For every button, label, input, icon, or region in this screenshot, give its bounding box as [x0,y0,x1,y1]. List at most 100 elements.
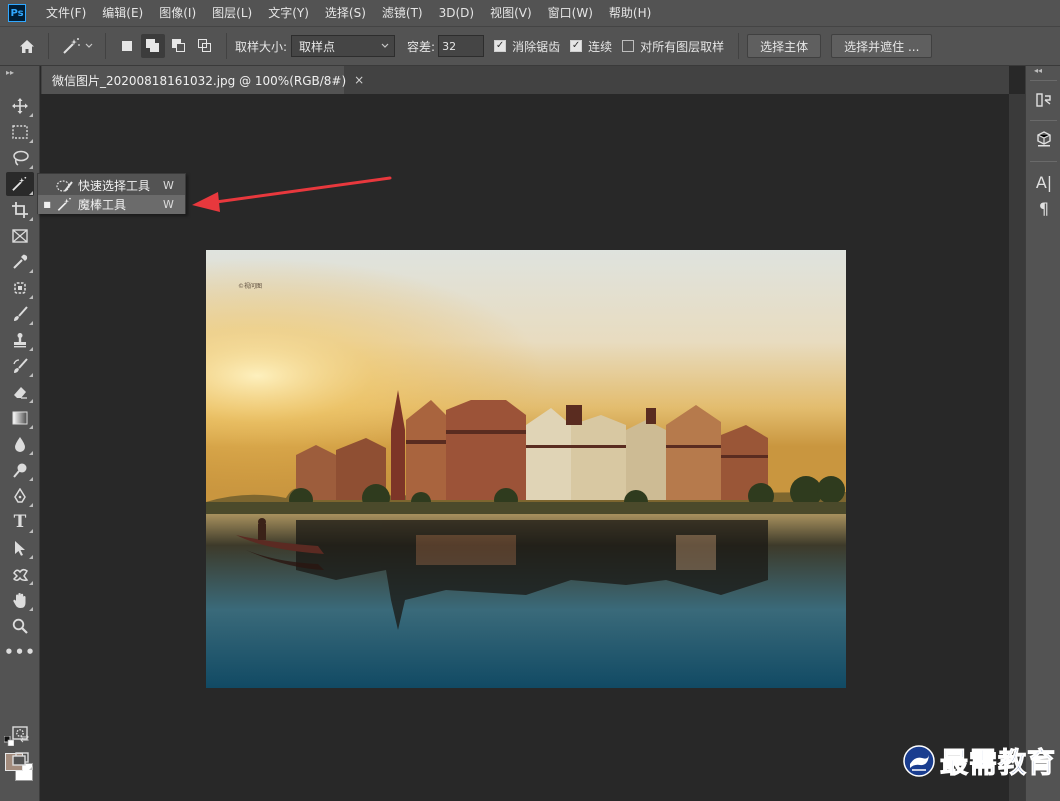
quick-selection-tool-item[interactable]: 快速选择工具 W [38,176,185,195]
properties-panel-button[interactable] [1034,129,1054,149]
options-bar: 取样大小: 取样点 容差: ✓ 消除锯齿 ✓ 连续 对所有图层取样 选择主体 选… [0,26,1060,66]
menu-view[interactable]: 视图(V) [482,0,540,26]
crop-icon [12,202,28,218]
document-image: ©视问图 [206,250,846,688]
menu-file[interactable]: 文件(F) [38,0,94,26]
menu-edit[interactable]: 编辑(E) [94,0,151,26]
move-icon [12,98,28,114]
watermark-logo: 最需教育 [902,743,1057,780]
separator [738,33,740,59]
collapsed-panels-dock: ◂◂ A| ¶ [1025,66,1060,801]
zoom-tool[interactable] [6,614,34,638]
menu-type[interactable]: 文字(Y) [260,0,317,26]
magic-wand-shortcut: W [163,198,174,211]
paragraph-panel-button[interactable]: ¶ [1034,198,1054,218]
quick-selection-label: 快速选择工具 [78,179,151,193]
dodge-tool[interactable] [6,458,34,482]
tolerance-label: 容差: [407,39,436,54]
sample-all-layers-checkbox[interactable]: 对所有图层取样 [622,38,724,55]
intersect-selection-icon-part [202,43,211,52]
hand-tool[interactable] [6,588,34,612]
menu-layer[interactable]: 图层(L) [204,0,260,26]
quick-mask-button[interactable] [6,721,34,745]
intersect-selection-button[interactable] [193,34,217,58]
more-dots-icon: ••• [4,643,36,661]
add-selection-icon-part [150,43,159,52]
anti-alias-checkbox[interactable]: ✓ 消除锯齿 [494,38,560,55]
eraser-tool[interactable] [6,380,34,404]
chevron-down-icon [381,43,389,48]
history-brush-icon [13,358,28,373]
select-subject-button[interactable]: 选择主体 [747,34,822,58]
quick-selection-shortcut: W [163,179,174,192]
pen-tool[interactable] [6,484,34,508]
separator [105,33,106,59]
menu-select[interactable]: 选择(S) [317,0,374,26]
path-selection-tool[interactable] [6,536,34,560]
watermark-emblem-icon [903,745,935,777]
canvas-area[interactable]: ©视问图 [41,94,1009,801]
magic-wand-icon [62,38,80,54]
vertical-scrollbar[interactable] [1009,94,1025,801]
paragraph-icon: ¶ [1038,198,1050,218]
separator [1030,120,1057,121]
home-button[interactable] [14,33,40,59]
screen-mode-button[interactable] [6,747,34,771]
expand-panels-icon[interactable]: ◂◂ [1034,66,1042,75]
collapse-panel-icon[interactable]: ▸▸ [6,68,14,77]
menu-3d[interactable]: 3D(D) [431,0,482,26]
gradient-tool[interactable] [6,406,34,430]
character-panel-button[interactable]: A| [1034,172,1054,192]
sample-size-label: 取样大小: [235,39,288,54]
magic-wand-tool-item[interactable]: ■ 魔棒工具 W [38,195,185,214]
shape-tool[interactable] [6,562,34,586]
document-tab-bar: 微信图片_20200818161032.jpg @ 100%(RGB/8#) × [41,66,1009,94]
tolerance-input[interactable] [438,35,485,57]
watermark-text: 最需教育 [939,746,1057,780]
subtract-from-selection-button[interactable] [167,34,191,58]
sample-all-layers-label: 对所有图层取样 [640,39,725,54]
separator [226,33,227,59]
history-panel-button[interactable] [1034,90,1054,110]
document-tab[interactable]: 微信图片_20200818161032.jpg @ 100%(RGB/8#) × [42,66,364,94]
menu-filter[interactable]: 滤镜(T) [374,0,431,26]
menu-image[interactable]: 图像(I) [151,0,204,26]
sample-size-value: 取样点 [299,39,336,54]
add-to-selection-button[interactable] [141,34,165,58]
healing-brush-tool[interactable] [6,276,34,300]
sample-size-select[interactable]: 取样点 [291,35,396,57]
select-and-mask-button[interactable]: 选择并遮住 ... [831,34,933,58]
type-tool[interactable]: T [6,510,34,534]
lasso-tool[interactable] [6,146,34,170]
brush-tool[interactable] [6,302,34,326]
subtract-selection-icon-part [176,43,185,52]
menu-window[interactable]: 窗口(W) [540,0,601,26]
magic-wand-icon [56,197,78,212]
blur-tool[interactable] [6,432,34,456]
hand-icon [13,592,26,608]
photo-corner-text: ©视问图 [238,282,262,290]
contiguous-checkbox[interactable]: ✓ 连续 [570,38,612,55]
quick-mask-icon [12,726,28,740]
clone-stamp-tool[interactable] [6,328,34,352]
separator [1030,161,1057,162]
tool-preset-picker[interactable] [57,33,97,59]
new-selection-button[interactable] [115,34,139,58]
gradient-icon [12,411,28,425]
frame-tool[interactable] [6,224,34,248]
menu-help[interactable]: 帮助(H) [601,0,659,26]
eyedropper-tool[interactable] [6,250,34,274]
crop-tool[interactable] [6,198,34,222]
magic-wand-tool[interactable] [6,172,34,196]
marquee-tool[interactable] [6,120,34,144]
edit-toolbar-button[interactable]: ••• [4,640,36,664]
close-icon[interactable]: × [354,73,364,87]
move-tool[interactable] [6,94,34,118]
contiguous-label: 连续 [588,39,613,54]
blur-drop-icon [15,437,25,452]
properties-cube-icon [1037,131,1051,147]
history-brush-tool[interactable] [6,354,34,378]
zoom-magnifier-icon [12,618,28,634]
dodge-icon [13,463,27,478]
new-selection-icon [122,41,132,51]
